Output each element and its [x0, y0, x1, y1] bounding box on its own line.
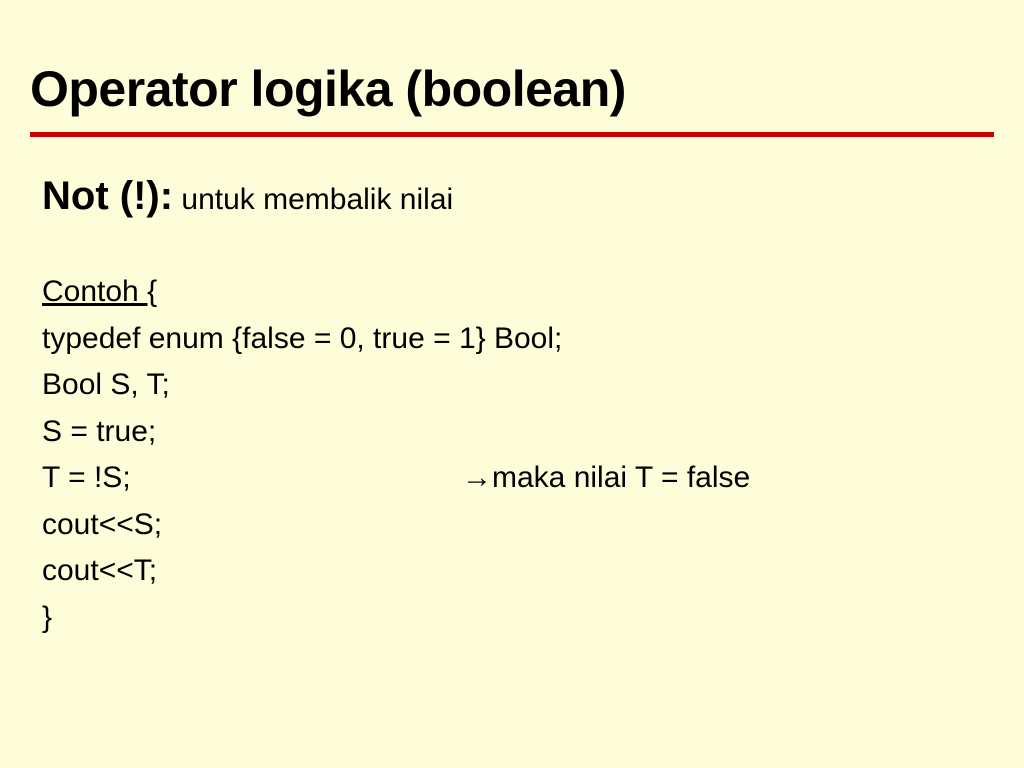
slide-content: Not (!): untuk membalik nilai Contoh { t… — [30, 165, 994, 641]
code-line-cout-t: cout<<T; — [42, 548, 994, 595]
code-line-assign-t: T = !S; →maka nilai T = false — [42, 455, 994, 502]
not-operator-label: Not (!): — [42, 174, 173, 218]
code-line-cout-s: cout<<S; — [42, 502, 994, 549]
slide: Operator logika (boolean) Not (!): untuk… — [0, 0, 1024, 768]
spacer — [42, 227, 994, 269]
code-left-t: T = !S; — [42, 455, 462, 502]
not-operator-desc: untuk membalik nilai — [173, 183, 453, 216]
annotation-text: maka nilai T = false — [492, 461, 750, 494]
title-divider — [30, 132, 994, 137]
code-line-decl: Bool S, T; — [42, 362, 994, 409]
subheading-line: Not (!): untuk membalik nilai — [42, 165, 994, 227]
example-label: Contoh { — [42, 269, 994, 316]
code-line-assign-s: S = true; — [42, 409, 994, 456]
arrow-icon: → — [462, 461, 492, 494]
code-line-typedef: typedef enum {false = 0, true = 1} Bool; — [42, 316, 994, 363]
slide-title: Operator logika (boolean) — [30, 60, 994, 118]
code-right-annotation: →maka nilai T = false — [462, 455, 750, 502]
code-line-close: } — [42, 595, 994, 642]
